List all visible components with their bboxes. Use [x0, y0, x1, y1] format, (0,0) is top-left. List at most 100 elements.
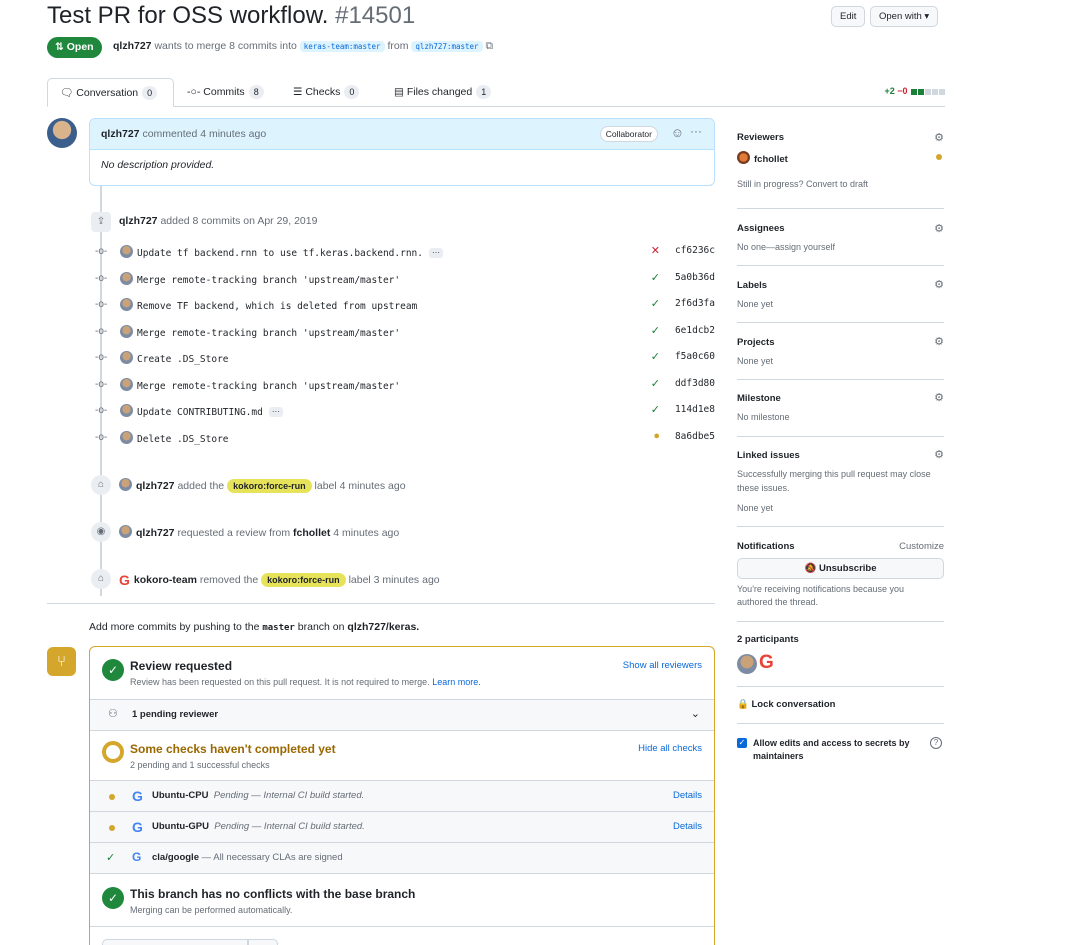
projects-heading[interactable]: Projects — [737, 337, 775, 348]
tab-files-changed[interactable]: ▤ Files changed 1 — [382, 78, 492, 107]
commit-sha-link[interactable]: cf6236c — [675, 245, 715, 256]
avatar[interactable] — [120, 404, 133, 417]
commit-sha-link[interactable]: 5a0b36d — [675, 272, 715, 283]
expand-message-button[interactable]: ··· — [428, 248, 443, 258]
check-icon[interactable]: ✓ — [651, 271, 660, 284]
avatar[interactable] — [737, 654, 757, 674]
show-all-reviewers-link[interactable]: Show all reviewers — [623, 660, 702, 671]
avatar[interactable] — [120, 245, 133, 258]
commit-message-link[interactable]: Create .DS_Store — [137, 354, 229, 365]
copy-icon[interactable]: ⧉ — [486, 40, 494, 52]
comment-author[interactable]: qlzh727 — [101, 128, 140, 140]
details-link[interactable]: Details — [673, 821, 702, 832]
gear-icon[interactable]: ⚙ — [934, 335, 944, 348]
commit-message-link[interactable]: Update tf backend.rnn to use tf.keras.ba… — [137, 248, 423, 259]
help-icon[interactable]: ? — [930, 737, 942, 749]
head-branch[interactable]: qlzh727:master — [411, 41, 483, 52]
check-icon[interactable]: ✓ — [651, 350, 660, 363]
lock-conversation-link[interactable]: 🔒 Lock conversation — [737, 699, 835, 710]
commit-message: Merge remote-tracking branch 'upstream/m… — [120, 324, 400, 339]
reviewers-heading[interactable]: Reviewers — [737, 132, 784, 143]
event-author[interactable]: kokoro-team — [134, 574, 197, 586]
customize-link[interactable]: Customize — [899, 541, 944, 552]
gear-icon[interactable]: ⚙ — [934, 391, 944, 404]
commit-message-link[interactable]: Delete .DS_Store — [137, 434, 229, 445]
smiley-icon[interactable]: ☺ — [671, 125, 684, 140]
event-author[interactable]: qlzh727 — [136, 527, 175, 539]
repo-link[interactable]: qlzh727/keras. — [347, 621, 419, 633]
check-status: Pending — [214, 821, 250, 832]
event-author[interactable]: qlzh727 — [119, 215, 158, 227]
unsubscribe-button[interactable]: 🔕 Unsubscribe — [737, 558, 944, 579]
check-icon[interactable]: ✓ — [651, 324, 660, 337]
gear-icon[interactable]: ⚙ — [934, 131, 944, 144]
commit-message-link[interactable]: Merge remote-tracking branch 'upstream/m… — [137, 328, 400, 339]
google-logo-icon[interactable]: G — [119, 572, 130, 588]
check-icon[interactable]: ✓ — [651, 403, 660, 416]
commit-message-link[interactable]: Update CONTRIBUTING.md — [137, 407, 263, 418]
learn-more-link[interactable]: Learn more. — [432, 677, 481, 687]
milestone-heading[interactable]: Milestone — [737, 393, 781, 404]
avatar[interactable] — [120, 351, 133, 364]
linked-issues-heading[interactable]: Linked issues — [737, 450, 800, 461]
avatar[interactable] — [47, 118, 77, 148]
commit-message-link[interactable]: Remove TF backend, which is deleted from… — [137, 301, 417, 312]
commit-sha-link[interactable]: ddf3d80 — [675, 378, 715, 389]
avatar[interactable] — [120, 430, 133, 444]
avatar[interactable] — [120, 298, 133, 311]
commit-message-link[interactable]: Merge remote-tracking branch 'upstream/m… — [137, 381, 400, 392]
check-icon[interactable]: ✓ — [651, 377, 660, 390]
kebab-menu-icon[interactable]: ··· — [690, 124, 702, 138]
avatar[interactable] — [120, 377, 133, 391]
pending-reviewer-row[interactable]: ⚇ 1 pending reviewer ⌄ — [90, 700, 714, 731]
avatar[interactable] — [120, 324, 133, 338]
comment-timestamp[interactable]: commented 4 minutes ago — [142, 128, 266, 140]
commit-message-link[interactable]: Merge remote-tracking branch 'upstream/m… — [137, 275, 400, 286]
author-link[interactable]: qlzh727 — [113, 40, 152, 52]
avatar[interactable] — [119, 478, 132, 491]
expand-message-button[interactable]: ··· — [268, 407, 283, 417]
event-author[interactable]: qlzh727 — [136, 480, 175, 492]
chevron-down-icon[interactable]: ⌄ — [691, 707, 700, 720]
check-line: Ubuntu-CPU Pending — Internal CI build s… — [152, 790, 364, 801]
google-logo-icon[interactable]: G — [759, 652, 774, 674]
tab-conversation[interactable]: 🗨 Conversation 0 — [47, 78, 174, 107]
pending-reviewer-label: 1 pending reviewer — [132, 709, 219, 720]
reviewer-entry[interactable]: fchollet — [737, 151, 788, 165]
assignees-value[interactable]: No one—assign yourself — [737, 242, 835, 252]
commit-message: Update CONTRIBUTING.md ··· — [120, 404, 283, 418]
gear-icon[interactable]: ⚙ — [934, 278, 944, 291]
avatar[interactable] — [120, 271, 133, 285]
avatar[interactable] — [119, 525, 132, 538]
gear-icon[interactable]: ⚙ — [934, 222, 944, 235]
labels-heading[interactable]: Labels — [737, 280, 767, 291]
check-icon[interactable]: ✓ — [651, 297, 660, 310]
pending-dot-icon[interactable]: ● — [653, 430, 660, 442]
commit-sha-link[interactable]: f5a0c60 — [675, 351, 715, 362]
x-icon[interactable]: ✕ — [651, 244, 660, 257]
hide-all-checks-link[interactable]: Hide all checks — [638, 743, 702, 754]
assignees-heading[interactable]: Assignees — [737, 223, 785, 234]
gear-icon[interactable]: ⚙ — [934, 448, 944, 461]
convert-to-draft-link[interactable]: Still in progress? Convert to draft — [737, 179, 868, 189]
label-pill[interactable]: kokoro:force-run — [261, 573, 346, 587]
merge-button[interactable] — [102, 939, 248, 945]
comment-body: No description provided. — [101, 159, 215, 171]
reviewer-link[interactable]: fchollet — [293, 527, 330, 539]
label-pill[interactable]: kokoro:force-run — [227, 479, 312, 493]
commit-sha-link[interactable]: 8a6dbe5 — [675, 431, 715, 442]
details-link[interactable]: Details — [673, 790, 702, 801]
divider — [737, 686, 944, 687]
check-desc: — Internal CI build started. — [251, 790, 365, 801]
tab-checks[interactable]: ☰ Checks 0 — [281, 78, 360, 107]
commit-sha-link[interactable]: 2f6d3fa — [675, 298, 715, 309]
commit-sha-link[interactable]: 114d1e8 — [675, 404, 715, 415]
commit-sha-link[interactable]: 6e1dcb2 — [675, 325, 715, 336]
merge-dropdown-button[interactable] — [248, 939, 278, 945]
allow-edits-checkbox[interactable]: ✓ — [737, 738, 747, 748]
tab-commits[interactable]: -○- Commits 8 — [175, 78, 264, 107]
base-branch[interactable]: keras-team:master — [299, 41, 385, 52]
review-sub-text: Review has been requested on this pull r… — [130, 677, 430, 687]
linked-issues-desc: these issues. — [737, 483, 790, 493]
projects-value: None yet — [737, 356, 774, 366]
